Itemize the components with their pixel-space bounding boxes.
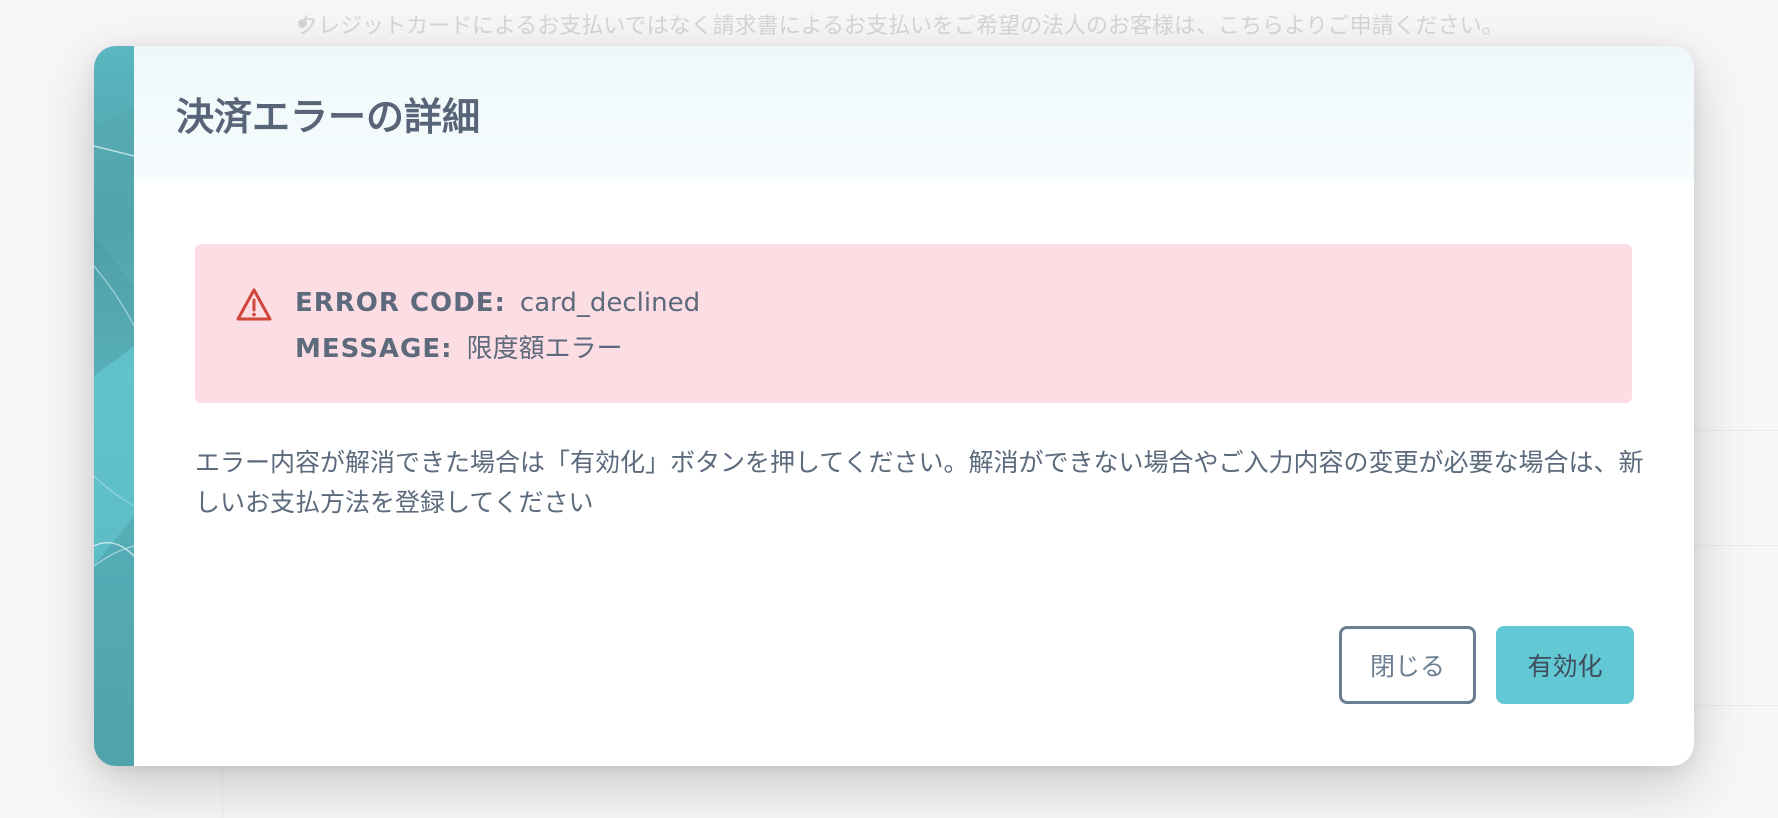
- error-message-label: MESSAGE:: [295, 334, 453, 364]
- close-button[interactable]: 閉じる: [1339, 626, 1476, 704]
- error-code-row: ERROR CODE: card_declined: [295, 288, 700, 318]
- modal-header: 決済エラーの詳細: [134, 46, 1694, 181]
- enable-button[interactable]: 有効化: [1496, 626, 1634, 704]
- modal-decorative-stripe: [94, 46, 134, 766]
- error-alert: ERROR CODE: card_declined MESSAGE: 限度額エラー: [195, 244, 1632, 403]
- error-code-value: card_declined: [519, 288, 701, 318]
- warning-triangle-icon: [235, 287, 273, 323]
- payment-error-modal: 決済エラーの詳細 ERROR CODE: card_declined MESSAG…: [94, 46, 1694, 766]
- error-message-row: MESSAGE: 限度額エラー: [295, 328, 623, 365]
- modal-title: 決済エラーの詳細: [176, 95, 481, 139]
- error-instructions: エラー内容が解消できた場合は「有効化」ボタンを押してください。解消ができない場合…: [195, 448, 1644, 517]
- error-code-label: ERROR CODE:: [295, 288, 506, 318]
- error-message-value: 限度額エラー: [466, 334, 623, 364]
- background-note: クレジットカードによるお支払いではなく請求書によるお支払いをご希望の法人のお客様…: [296, 14, 1504, 39]
